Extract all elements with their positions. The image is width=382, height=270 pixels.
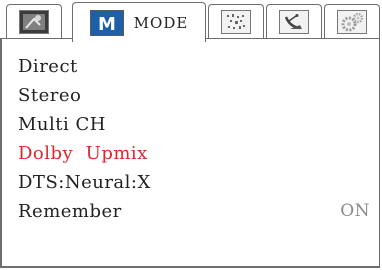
speaker-settings-icon [19, 9, 49, 34]
tab-dsp[interactable] [208, 4, 264, 38]
menu-item-label: Remember [18, 201, 122, 222]
menu-item-label: DTS:Neural:X [18, 172, 151, 193]
dsp-pattern-icon [221, 9, 251, 34]
mode-m-icon: M [89, 9, 124, 36]
menu-item-label: Stereo [18, 85, 82, 106]
remember-value: ON [340, 201, 370, 221]
menu-item-remember[interactable]: Remember ON [18, 197, 370, 226]
tab-speaker[interactable] [6, 4, 62, 38]
menu-item-label: Multi CH [18, 114, 106, 135]
menu-item-stereo[interactable]: Stereo [18, 81, 370, 110]
menu-item-dolby-upmix[interactable]: Dolby Upmix [18, 139, 370, 168]
tab-mode[interactable]: M MODE [72, 2, 206, 42]
satellite-dish-icon [279, 9, 309, 34]
gears-icon [337, 9, 367, 34]
mode-menu-list: Direct Stereo Multi CH Dolby Upmix DTS:N… [18, 52, 370, 226]
menu-item-label: Direct [18, 56, 78, 77]
tab-setup[interactable] [266, 4, 322, 38]
tab-mode-label: MODE [133, 13, 189, 32]
menu-item-direct[interactable]: Direct [18, 52, 370, 81]
menu-item-multi-ch[interactable]: Multi CH [18, 110, 370, 139]
menu-item-dts-neural-x[interactable]: DTS:Neural:X [18, 168, 370, 197]
svg-text:M: M [98, 14, 116, 35]
menu-item-label: Dolby Upmix [18, 143, 148, 164]
tab-system[interactable] [324, 4, 380, 38]
